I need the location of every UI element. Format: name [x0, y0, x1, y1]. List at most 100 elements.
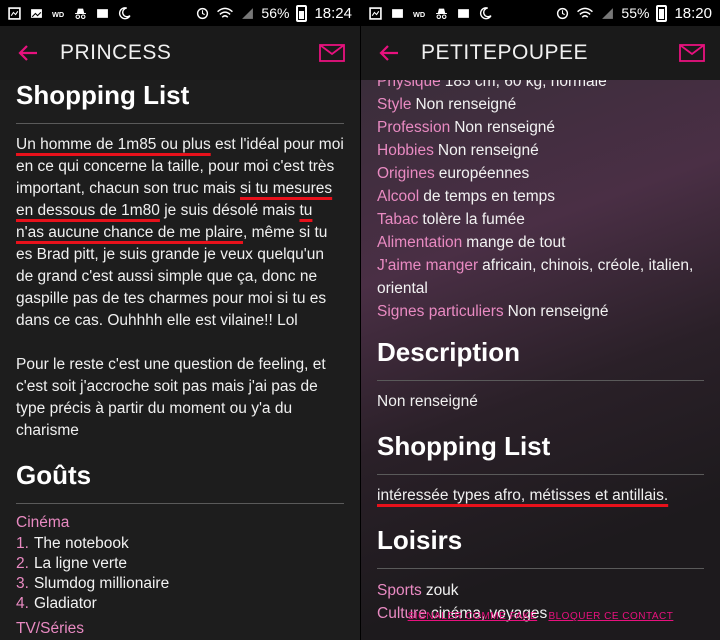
- attribute-value: Non renseigné: [507, 303, 609, 320]
- cinema-label: Cinéma: [16, 514, 70, 531]
- shopping-list-text: Un homme de 1m85 ou plus est l'idéal pou…: [16, 134, 344, 332]
- list-number: 2.: [16, 555, 29, 572]
- alarm-icon: [197, 7, 209, 19]
- attribute-row: Style Non renseigné: [377, 93, 704, 116]
- underlined-phrase: intéressée types afro, métisses et antil…: [377, 487, 669, 504]
- list-text: Gladiator: [33, 595, 97, 612]
- back-arrow-icon: [18, 45, 37, 61]
- loisirs-heading: Loisirs: [377, 515, 704, 569]
- attribute-row: Physique 185 cm, 60 kg, normale: [377, 80, 704, 93]
- profile-content[interactable]: Physique 185 cm, 60 kg, normale Style Non …: [361, 80, 720, 640]
- description-text: Non renseigné: [377, 393, 478, 410]
- svg-text:WD: WD: [52, 9, 64, 18]
- battery-icon: [296, 4, 308, 22]
- list-item: 1. The notebook: [16, 534, 344, 554]
- attribute-row: Origines européennes: [377, 162, 704, 185]
- back-button[interactable]: [361, 26, 417, 80]
- attribute-list: Physique 185 cm, 60 kg, normale Style Non …: [377, 80, 704, 323]
- clock: 18:20: [674, 4, 712, 22]
- movie-list: 1. The notebook 2. La ligne verte 3. Slumdo…: [16, 534, 344, 614]
- list-text: Slumdog millionaire: [33, 575, 170, 592]
- shopping-list-heading: Shopping List: [16, 80, 344, 124]
- mail-icon: [679, 44, 705, 62]
- block-contact-link[interactable]: BLOQUER CE CONTACT: [548, 611, 673, 622]
- incognito-icon: [75, 8, 86, 19]
- attribute-row: J'aime manger africain, chinois, créole, …: [377, 254, 704, 300]
- moon-icon: [118, 6, 131, 19]
- status-bar: WD 56% 18:24: [0, 0, 360, 26]
- back-button[interactable]: [0, 26, 56, 80]
- list-number: 1.: [16, 535, 29, 552]
- battery-percent: 55%: [621, 5, 650, 21]
- page-title: PRINCESS: [60, 41, 172, 64]
- attribute-label: Style: [377, 96, 412, 113]
- shopping-list-text-2: Pour le reste c'est une question de feel…: [16, 356, 326, 439]
- attribute-label: Sports: [377, 582, 422, 599]
- underlined-phrase: Un homme de 1m85 ou plus: [16, 136, 211, 153]
- signal-icon: [242, 7, 254, 19]
- attribute-value: européennes: [438, 165, 530, 182]
- list-number: 3.: [16, 575, 29, 592]
- app-bar: PRINCESS: [0, 26, 360, 80]
- attribute-value: Non renseigné: [454, 119, 556, 136]
- message-button[interactable]: [304, 26, 360, 80]
- list-text: La ligne verte: [33, 555, 127, 572]
- attribute-row: Alcool de temps en temps: [377, 185, 704, 208]
- attribute-row: Hobbies Non renseigné: [377, 139, 704, 162]
- message-button[interactable]: [664, 26, 720, 80]
- battery-charging-icon: [656, 4, 668, 22]
- attribute-label: J'aime manger: [377, 257, 479, 274]
- list-item: 3. Slumdog millionaire: [16, 574, 344, 594]
- profile-content[interactable]: Shopping List Un homme de 1m85 ou plus e…: [0, 80, 360, 640]
- list-item: 4. Gladiator: [16, 594, 344, 614]
- attribute-label: Signes particuliers: [377, 303, 504, 320]
- attribute-row: Tabac tolère la fumée: [377, 208, 704, 231]
- attribute-row: Alimentation mange de tout: [377, 231, 704, 254]
- image-icon: [458, 8, 469, 18]
- wd-icon: WD: [52, 9, 64, 18]
- left-screen: WD 56% 18:24 PRINCESS Shopping List Un h…: [0, 0, 360, 640]
- page-title: PETITEPOUPEE: [421, 41, 589, 64]
- moon-icon: [479, 6, 492, 19]
- mail-icon: [319, 44, 345, 62]
- incognito-icon: [436, 8, 447, 19]
- attribute-value: mange de tout: [466, 234, 566, 251]
- attribute-value: 185 cm, 60 kg, normale: [444, 80, 607, 90]
- clock: 18:24: [314, 4, 352, 22]
- attribute-row: Signes particuliers Non renseigné: [377, 300, 704, 323]
- tv-label: TV/Séries: [16, 620, 85, 637]
- wifi-icon: [217, 7, 234, 18]
- gouts-heading: Goûts: [16, 450, 344, 504]
- attribute-label: Hobbies: [377, 142, 434, 159]
- list-number: 4.: [16, 595, 29, 612]
- status-bar: WD 55% 18:20: [361, 0, 720, 26]
- attribute-label: Alcool: [377, 188, 420, 205]
- wd-icon: WD: [413, 9, 425, 18]
- attribute-label: Origines: [377, 165, 435, 182]
- attribute-value: tolère la fumée: [422, 211, 525, 228]
- attribute-label: Alimentation: [377, 234, 463, 251]
- attribute-row: Profession Non renseigné: [377, 116, 704, 139]
- attribute-row: Sports zouk: [377, 579, 704, 602]
- signal-icon: [602, 7, 614, 19]
- svg-text:WD: WD: [413, 9, 425, 18]
- report-fake-link[interactable]: SIGNALER COMME FAKE: [408, 611, 538, 622]
- image-icon: [392, 8, 403, 18]
- description-heading: Description: [377, 327, 704, 381]
- footer-links: SIGNALER COMME FAKE BLOQUER CE CONTACT: [361, 611, 720, 622]
- alarm-icon: [557, 7, 569, 19]
- attribute-label: Physique: [377, 80, 441, 90]
- battery-percent: 56%: [261, 5, 290, 21]
- image-icon: [97, 8, 108, 18]
- app-bar: PETITEPOUPEE: [361, 26, 720, 80]
- list-item: 2. La ligne verte: [16, 554, 344, 574]
- notification-icon: [369, 6, 382, 20]
- list-text: The notebook: [33, 535, 129, 552]
- image-icon: [31, 8, 42, 18]
- attribute-value: Non renseigné: [415, 96, 517, 113]
- attribute-label: Profession: [377, 119, 451, 136]
- right-screen: WD 55% 18:20 PETITEPOUPEE Physique 185 cm…: [361, 0, 720, 640]
- wifi-icon: [577, 7, 594, 18]
- notification-icon: [8, 6, 21, 20]
- text-span: je suis désolé mais: [159, 202, 300, 219]
